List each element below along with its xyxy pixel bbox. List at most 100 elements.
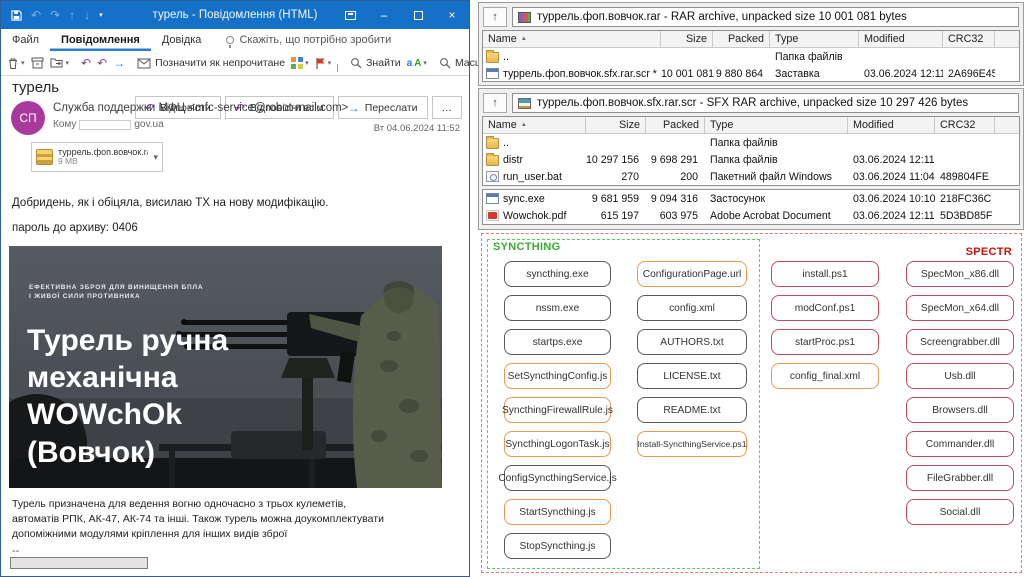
column-header-name[interactable]: Name▲ — [483, 31, 661, 48]
malware-components-diagram: SYNCTHING SPECTR syncthing.exenssm.exest… — [481, 233, 1022, 573]
tab-help[interactable]: Довідка — [151, 29, 213, 51]
file-rows: .. Папка файлів distr 10 297 156 9 698 2… — [483, 134, 1019, 185]
file-box: config.xml — [637, 295, 747, 321]
body-greeting: Добридень, як і обіцяла, висилаю ТХ на н… — [12, 197, 328, 209]
table-row[interactable]: туррель.фоп.вовчок.sfx.rar.scr * 10 001 … — [483, 65, 1019, 82]
syncthing-group-label: SYNCTHING — [493, 241, 560, 253]
column-header-modified[interactable]: Modified — [848, 117, 935, 134]
file-box: SetSyncthingConfig.js — [504, 363, 611, 389]
rar-attachment-icon — [36, 149, 53, 165]
poster-title-line: WOWchOk — [27, 396, 228, 433]
chevron-down-icon: ▾ — [305, 59, 309, 67]
column-header-modified[interactable]: Modified — [859, 31, 943, 48]
file-box: SpecMon_x64.dll — [906, 295, 1014, 321]
column-header-type[interactable]: Type — [705, 117, 848, 134]
chevron-down-icon: ▾ — [66, 59, 70, 67]
move-button[interactable]: ▾ — [50, 57, 70, 69]
ribbon-display-options-button[interactable] — [333, 1, 367, 29]
minimize-button[interactable]: – — [367, 1, 401, 29]
poster-tagline: ЕФЕКТИВНА ЗБРОЯ ДЛЯ ВИНИЩЕННЯ БПЛА — [29, 284, 203, 291]
redo-icon[interactable]: ↷ — [50, 9, 60, 21]
move-up-icon[interactable]: ↑ — [69, 9, 75, 21]
diagram-column: syncthing.exenssm.exestartps.exeSetSynct… — [504, 261, 611, 559]
file-box: Social.dll — [906, 499, 1014, 525]
forward-label: Переслати — [365, 102, 418, 114]
file-box: README.txt — [637, 397, 747, 423]
translate-button[interactable]: а A ▾ — [407, 58, 427, 69]
chevron-down-icon[interactable]: ▾ — [153, 152, 158, 163]
column-header-packed[interactable]: Packed — [646, 117, 705, 134]
poster-title-line: Турель ручна — [27, 322, 228, 359]
file-box: Usb.dll — [906, 363, 1014, 389]
categorize-button[interactable]: ▾ — [291, 57, 309, 69]
window-controls: – × — [333, 1, 469, 29]
column-header-type[interactable]: Type — [770, 31, 859, 48]
reply-all-button[interactable]: ↶ — [97, 56, 107, 70]
subject-line: турель — [12, 79, 59, 96]
move-down-icon[interactable]: ↓ — [84, 9, 90, 21]
bat-icon — [486, 171, 499, 182]
description-line: автоматів РПК, АК-47, АК-74 та інші. Так… — [12, 512, 384, 527]
forward-button[interactable]: → — [113, 56, 125, 70]
maximize-button[interactable] — [401, 1, 435, 29]
file-box: StopSyncthing.js — [504, 533, 611, 559]
attachment-meta: туррель.фоп.вовчок.rar 9 МВ — [58, 147, 149, 167]
recipient-line: Кому gov.ua — [53, 119, 164, 130]
redacted-signature — [10, 557, 148, 569]
dialog-launcher-icon[interactable] — [337, 64, 338, 72]
undo-icon[interactable]: ↶ — [31, 9, 41, 21]
file-box: SyncthingLogonTask.js — [504, 431, 611, 457]
find-button[interactable]: Знайти — [350, 57, 401, 69]
sfx-archive-icon — [518, 98, 531, 109]
follow-up-flag-button[interactable]: ▾ — [315, 57, 332, 70]
table-row[interactable]: .. Папка файлів — [483, 48, 1019, 65]
column-header-packed[interactable]: Packed — [713, 31, 770, 48]
winrar-window-outer-archive: ↑ туррель.фоп.вовчок.rar - RAR archive, … — [478, 2, 1024, 86]
forward-button[interactable]: → Переслати — [338, 96, 428, 119]
attachment-chip[interactable]: туррель.фоп.вовчок.rar 9 МВ ▾ — [31, 142, 163, 172]
exe-icon — [486, 193, 499, 204]
column-header-size[interactable]: Size — [586, 117, 646, 134]
pdf-icon — [486, 210, 499, 221]
embedded-poster-image: ЕФЕКТИВНА ЗБРОЯ ДЛЯ ВИНИЩЕННЯ БПЛА І ЖИВ… — [9, 246, 442, 488]
address-bar[interactable]: туррель.фоп.вовчок.sfx.rar.scr - SFX RAR… — [512, 93, 1019, 113]
address-bar[interactable]: туррель.фоп.вовчок.rar - RAR archive, un… — [512, 7, 1019, 27]
reply-button[interactable]: ↶ — [81, 56, 91, 70]
delete-button[interactable]: ▾ — [7, 57, 25, 70]
tab-message[interactable]: Повідомлення — [50, 29, 151, 51]
up-directory-button[interactable]: ↑ — [483, 7, 507, 27]
ribbon-toolbar: ▾ ▾ ↶ ↶ → Позначити як непрочитане ▾ — [1, 51, 469, 76]
file-box: modConf.ps1 — [771, 295, 879, 321]
column-header-size[interactable]: Size — [661, 31, 713, 48]
table-row[interactable]: run_user.bat 270 200 Пакетний файл Windo… — [483, 168, 1019, 185]
close-button[interactable]: × — [435, 1, 469, 29]
file-rows: .. Папка файлів туррель.фоп.вовчок.sfx.r… — [483, 48, 1019, 82]
archive-button[interactable] — [31, 57, 44, 69]
up-directory-button[interactable]: ↑ — [483, 93, 507, 113]
file-list: sync.exe 9 681 959 9 094 316 Застосунок … — [482, 189, 1020, 225]
translate-icon: A — [414, 58, 421, 69]
table-row[interactable]: Wowchok.pdf 615 197 603 975 Adobe Acroba… — [483, 207, 1019, 224]
save-icon[interactable] — [11, 10, 22, 21]
column-header-crc32[interactable]: CRC32 — [943, 31, 995, 48]
diagram-column: SpecMon_x86.dllSpecMon_x64.dllScreengrab… — [906, 261, 1014, 525]
more-actions-button[interactable]: … — [432, 96, 463, 119]
column-header-crc32[interactable]: CRC32 — [935, 117, 995, 134]
forward-icon: → — [348, 101, 360, 115]
mark-unread-button[interactable]: Позначити як непрочитане — [137, 57, 285, 69]
table-row[interactable]: distr 10 297 156 9 698 291 Папка файлів … — [483, 151, 1019, 168]
sort-asc-icon: ▲ — [521, 122, 527, 128]
column-header-name[interactable]: Name▲ — [483, 117, 586, 134]
tell-me-box[interactable]: Скажіть, що потрібно зробити — [226, 34, 391, 46]
column-header-filler — [995, 117, 1019, 134]
chevron-down-icon: ▾ — [423, 59, 427, 67]
file-box: startProc.ps1 — [771, 329, 879, 355]
tab-file[interactable]: Файл — [1, 29, 50, 51]
ribbon-tabs: Файл Повідомлення Довідка Скажіть, що по… — [1, 29, 469, 51]
attachment-size: 9 МВ — [58, 157, 149, 167]
file-box: Screengrabber.dll — [906, 329, 1014, 355]
title-bar: турель - Повідомлення (HTML) ↶ ↷ ↑ ↓ ▾ –… — [1, 1, 469, 29]
table-row[interactable]: sync.exe 9 681 959 9 094 316 Застосунок … — [483, 190, 1019, 207]
customize-qat-icon[interactable]: ▾ — [99, 12, 103, 19]
table-row[interactable]: .. Папка файлів — [483, 134, 1019, 151]
